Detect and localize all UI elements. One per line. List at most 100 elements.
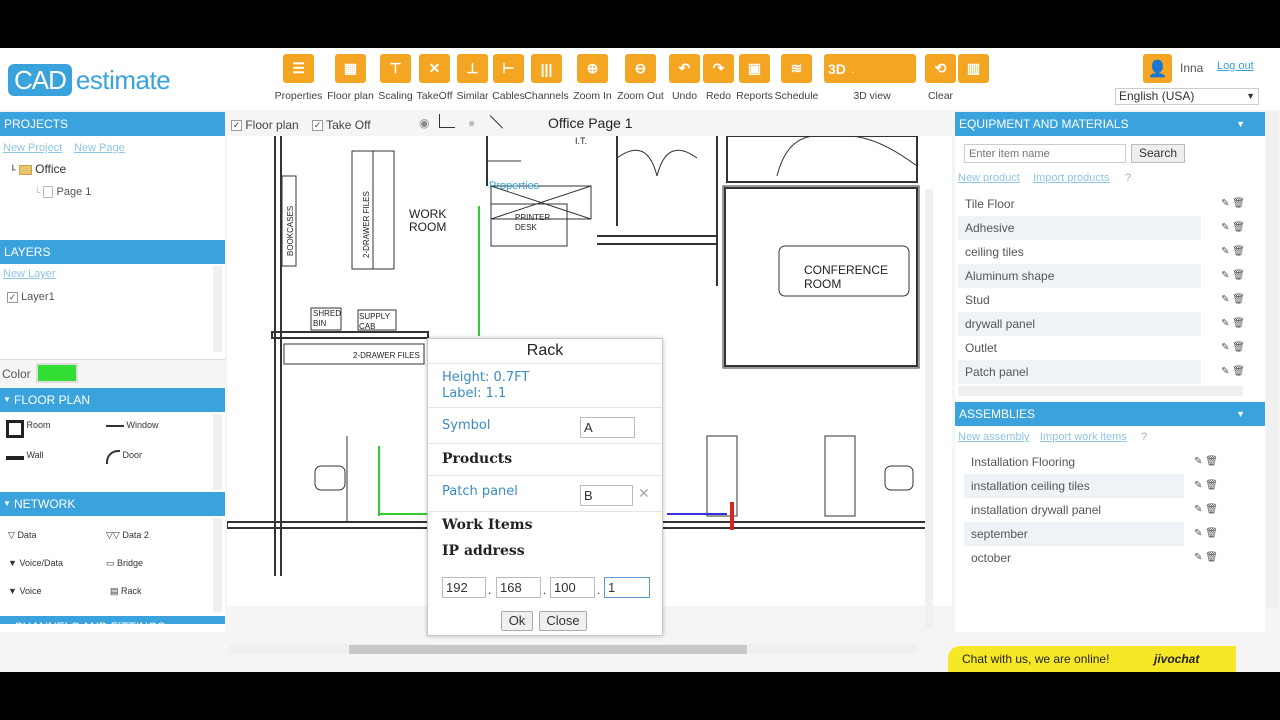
assembly-item[interactable]: installation drywall panel ✎ 🗑 — [964, 498, 1218, 522]
clear-view-button[interactable]: ⟲ Clear — [925, 54, 956, 102]
equipment-item[interactable]: Adhesive ✎ 🗑 — [958, 216, 1245, 240]
toolbar-button-schedule[interactable]: ≋ Schedule — [775, 54, 818, 102]
horizontal-scroll-thumb[interactable] — [349, 645, 747, 654]
layer-item[interactable]: ✓ Layer1 — [7, 291, 55, 303]
assembly-item[interactable]: installation ceiling tiles ✎ 🗑 — [964, 474, 1218, 498]
equipment-h-scrollbar[interactable] — [958, 386, 1243, 396]
ip-octet-4-input[interactable]: 1 — [604, 577, 650, 598]
new-project-link[interactable]: New Project — [3, 142, 62, 154]
equipment-item[interactable]: Tile Floor ✎ 🗑 — [958, 192, 1245, 216]
chat-widget[interactable]: Chat with us, we are online! jivochat — [948, 646, 1236, 672]
edit-delete-icons[interactable]: ✎ 🗑 — [1221, 192, 1245, 216]
edit-delete-icons[interactable]: ✎ 🗑 — [1221, 360, 1245, 384]
network-scrollbar[interactable] — [213, 518, 222, 612]
toolbar-button-cables[interactable]: ⊢ Cables — [492, 54, 525, 102]
assemblies-collapse-icon[interactable]: ▼ — [1236, 402, 1245, 426]
toolbar-button-redo[interactable]: ↷ Redo — [703, 54, 734, 102]
new-assembly-link[interactable]: New assembly — [958, 431, 1030, 443]
edit-delete-icons[interactable]: ✎ 🗑 — [1221, 312, 1245, 336]
toolbar-button-floor-plan[interactable]: ▦ Floor plan — [327, 54, 374, 102]
ip-octet-1-input[interactable]: 192 — [442, 577, 486, 598]
edit-delete-icons[interactable]: ✎ 🗑 — [1221, 336, 1245, 360]
floor-plan-toggle[interactable]: ✓ Floor plan — [231, 118, 299, 132]
layers-header[interactable]: LAYERS — [0, 240, 225, 264]
equipment-item[interactable]: Patch panel ✎ 🗑 — [958, 360, 1245, 384]
takeoff-toggle[interactable]: ✓ Take Off — [312, 118, 371, 132]
palette-data2[interactable]: ▽▽ Data 2 — [106, 530, 149, 541]
palette-window[interactable]: Window — [106, 420, 159, 430]
toolbar-button-channels[interactable]: ||| Channels — [524, 54, 569, 102]
takeoff-checkbox[interactable]: ✓ — [312, 120, 323, 132]
toolbar-button-takeoff[interactable]: ✕ TakeOff — [417, 54, 453, 102]
language-select[interactable]: English (USA) ▼ — [1115, 88, 1259, 105]
symbol-input[interactable]: A — [580, 417, 635, 438]
equipment-search-button[interactable]: Search — [1131, 144, 1185, 163]
layers-scrollbar[interactable] — [213, 266, 222, 352]
assemblies-header[interactable]: ASSEMBLIES ▼ — [955, 402, 1265, 426]
radio-diagonal-mode[interactable]: ● — [468, 116, 475, 130]
palette-voice[interactable]: ▼ Voice — [8, 586, 41, 596]
palette-voice-data[interactable]: ▼ Voice/Data — [8, 558, 63, 568]
toolbar-button-properties[interactable]: ☰ Properties — [275, 54, 322, 102]
tree-item-office[interactable]: ┗ Office — [10, 162, 66, 176]
toolbar-button-zoom-in[interactable]: ⊕ Zoom In — [573, 54, 612, 102]
close-button[interactable]: Close — [539, 611, 587, 631]
equipment-item[interactable]: Stud ✎ 🗑 — [958, 288, 1245, 312]
equipment-item[interactable]: Outlet ✎ 🗑 — [958, 336, 1245, 360]
toolbar-button-scaling[interactable]: ⊤ Scaling — [378, 54, 413, 102]
equipment-item[interactable]: ceiling tiles ✎ 🗑 — [958, 240, 1245, 264]
equipment-search-input[interactable] — [964, 144, 1126, 163]
properties-tooltip[interactable]: Properties — [489, 180, 540, 192]
patch-panel-input[interactable]: B — [580, 485, 633, 506]
edit-delete-icons[interactable]: ✎ 🗑 — [1194, 498, 1218, 522]
edit-delete-icons[interactable]: ✎ 🗑 — [1221, 264, 1245, 288]
palette-room[interactable]: Room — [6, 420, 51, 438]
palette-door[interactable]: Door — [106, 450, 142, 464]
tree-item-page1[interactable]: └ Page 1 — [34, 186, 91, 199]
edit-delete-icons[interactable]: ✎ 🗑 — [1221, 288, 1245, 312]
user-avatar-icon[interactable]: 👤 — [1143, 54, 1172, 83]
canvas-horizontal-scrollbar[interactable] — [229, 644, 917, 654]
network-header[interactable]: NETWORK — [0, 492, 225, 516]
new-product-link[interactable]: New product — [958, 172, 1020, 184]
import-work-items-link[interactable]: Import work items — [1040, 431, 1127, 443]
layer-checkbox[interactable]: ✓ — [7, 291, 18, 303]
canvas-vertical-scrollbar[interactable] — [925, 189, 933, 629]
equipment-collapse-icon[interactable]: ▼ — [1236, 112, 1245, 136]
assembly-item[interactable]: october ✎ 🗑 — [964, 546, 1218, 570]
edit-delete-icons[interactable]: ✎ 🗑 — [1221, 216, 1245, 240]
radio-line-mode[interactable]: ◉ — [419, 116, 429, 130]
floor-plan-header[interactable]: FLOOR PLAN — [0, 388, 225, 412]
delete-button[interactable]: ▥ — [958, 54, 989, 83]
import-products-link[interactable]: Import products — [1033, 172, 1109, 184]
assembly-item[interactable]: september ✎ 🗑 — [964, 522, 1218, 546]
edit-delete-icons[interactable]: ✎ 🗑 — [1194, 474, 1218, 498]
toolbar-button-zoom-out[interactable]: ⊖ Zoom Out — [617, 54, 664, 102]
logout-link[interactable]: Log out — [1217, 60, 1254, 72]
toolbar-button-similar[interactable]: ⊥ Similar — [456, 54, 489, 102]
ok-button[interactable]: Ok — [501, 611, 533, 631]
assemblies-help-icon[interactable]: ? — [1141, 431, 1147, 443]
equipment-help-icon[interactable]: ? — [1125, 172, 1131, 184]
color-swatch[interactable] — [36, 363, 78, 383]
edit-delete-icons[interactable]: ✎ 🗑 — [1194, 546, 1218, 570]
toolbar-button-undo[interactable]: ↶ Undo — [669, 54, 700, 102]
ip-octet-2-input[interactable]: 168 — [496, 577, 541, 598]
remove-icon[interactable]: ✕ — [638, 485, 650, 502]
palette-bridge[interactable]: ▭ Bridge — [106, 558, 143, 569]
projects-header[interactable]: PROJECTS — [0, 112, 225, 136]
palette-scrollbar[interactable] — [213, 414, 222, 490]
toolbar-button-reports[interactable]: ▣ Reports — [736, 54, 773, 102]
ip-octet-3-input[interactable]: 100 — [550, 577, 595, 598]
new-layer-link[interactable]: New Layer — [3, 268, 56, 280]
equipment-item[interactable]: drywall panel ✎ 🗑 — [958, 312, 1245, 336]
palette-wall[interactable]: Wall — [6, 450, 44, 460]
palette-rack[interactable]: ▤ Rack — [110, 586, 142, 597]
equipment-item[interactable]: Aluminum shape ✎ 🗑 — [958, 264, 1245, 288]
edit-delete-icons[interactable]: ✎ 🗑 — [1194, 450, 1218, 474]
new-page-link[interactable]: New Page — [74, 142, 125, 154]
assembly-item[interactable]: Installation Flooring ✎ 🗑 — [964, 450, 1218, 474]
page-scrollbar[interactable] — [1266, 112, 1278, 608]
edit-delete-icons[interactable]: ✎ 🗑 — [1194, 522, 1218, 546]
channels-header[interactable]: CHANNELS AND FITTINGS — [0, 616, 225, 624]
